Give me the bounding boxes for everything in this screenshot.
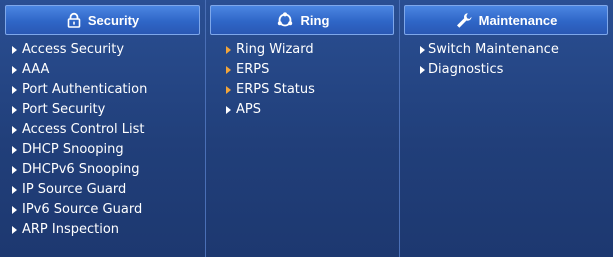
maintenance-header[interactable]: Maintenance	[404, 5, 608, 35]
caret-right-icon	[12, 86, 17, 94]
menu-item-label: Port Security	[22, 102, 106, 117]
menu-item-label: IP Source Guard	[22, 182, 127, 197]
menu-item-label: Access Control List	[22, 122, 145, 137]
caret-right-icon	[226, 86, 231, 94]
ring-title: Ring	[300, 12, 330, 28]
menu-item-port-security[interactable]: Port Security	[0, 100, 205, 120]
menu-item-switch-maintenance[interactable]: Switch Maintenance	[400, 40, 613, 60]
menu-item-label: AAA	[22, 62, 50, 77]
caret-right-icon	[12, 186, 17, 194]
mega-menu: Security Access Security AAA Port Authen…	[0, 0, 613, 257]
caret-right-icon	[420, 46, 425, 54]
menu-item-label: Diagnostics	[428, 62, 504, 77]
menu-item-access-control-list[interactable]: Access Control List	[0, 120, 205, 140]
caret-right-icon	[12, 66, 17, 74]
menu-item-label: ERPS	[236, 62, 270, 77]
menu-item-label: Access Security	[22, 42, 125, 57]
caret-right-icon	[12, 226, 17, 234]
maintenance-list: Switch Maintenance Diagnostics	[400, 40, 613, 80]
menu-item-label: Ring Wizard	[236, 42, 314, 57]
lock-icon	[66, 12, 82, 28]
ring-column: Ring Ring Wizard ERPS ERPS Status APS	[205, 0, 399, 257]
caret-right-icon	[226, 66, 231, 74]
menu-item-aps[interactable]: APS	[206, 100, 399, 120]
menu-item-ring-wizard[interactable]: Ring Wizard	[206, 40, 399, 60]
ring-list: Ring Wizard ERPS ERPS Status APS	[206, 40, 399, 120]
security-list: Access Security AAA Port Authentication …	[0, 40, 205, 240]
security-column: Security Access Security AAA Port Authen…	[0, 0, 205, 257]
maintenance-column: Maintenance Switch Maintenance Diagnosti…	[399, 0, 613, 257]
wrench-icon	[455, 12, 473, 28]
caret-right-icon	[12, 166, 17, 174]
menu-item-label: DHCP Snooping	[22, 142, 124, 157]
security-title: Security	[87, 12, 140, 28]
ring-icon	[275, 12, 295, 28]
security-header[interactable]: Security	[5, 5, 200, 35]
caret-right-icon	[12, 46, 17, 54]
maintenance-title: Maintenance	[478, 12, 558, 28]
caret-right-icon	[420, 66, 425, 74]
menu-item-dhcpv6-snooping[interactable]: DHCPv6 Snooping	[0, 160, 205, 180]
menu-item-ip-source-guard[interactable]: IP Source Guard	[0, 180, 205, 200]
menu-item-diagnostics[interactable]: Diagnostics	[400, 60, 613, 80]
menu-item-label: DHCPv6 Snooping	[22, 162, 140, 177]
menu-item-arp-inspection[interactable]: ARP Inspection	[0, 220, 205, 240]
menu-item-erps-status[interactable]: ERPS Status	[206, 80, 399, 100]
caret-right-icon	[226, 46, 231, 54]
caret-right-icon	[12, 106, 17, 114]
menu-item-aaa[interactable]: AAA	[0, 60, 205, 80]
caret-right-icon	[226, 106, 231, 114]
menu-item-port-authentication[interactable]: Port Authentication	[0, 80, 205, 100]
menu-item-label: ERPS Status	[236, 82, 315, 97]
menu-item-access-security[interactable]: Access Security	[0, 40, 205, 60]
menu-item-dhcp-snooping[interactable]: DHCP Snooping	[0, 140, 205, 160]
caret-right-icon	[12, 146, 17, 154]
menu-item-label: IPv6 Source Guard	[22, 202, 143, 217]
menu-item-label: Switch Maintenance	[428, 42, 559, 57]
menu-item-label: Port Authentication	[22, 82, 148, 97]
menu-item-label: APS	[236, 102, 261, 117]
menu-item-label: ARP Inspection	[22, 222, 120, 237]
ring-header[interactable]: Ring	[210, 5, 394, 35]
caret-right-icon	[12, 206, 17, 214]
menu-item-erps[interactable]: ERPS	[206, 60, 399, 80]
caret-right-icon	[12, 126, 17, 134]
menu-item-ipv6-source-guard[interactable]: IPv6 Source Guard	[0, 200, 205, 220]
